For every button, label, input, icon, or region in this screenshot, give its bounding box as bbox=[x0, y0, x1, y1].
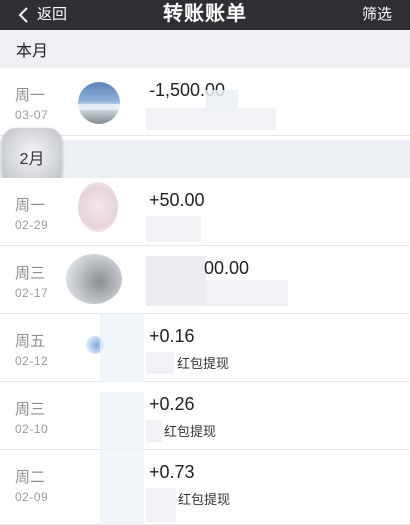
row-date: 02-29 bbox=[15, 218, 49, 232]
row-amount: 00.00 bbox=[204, 258, 250, 278]
row-date: 02-17 bbox=[15, 286, 49, 300]
section-title: 本月 bbox=[16, 43, 49, 60]
row-weekday: 周二 bbox=[15, 469, 46, 486]
row-amount: +0.26 bbox=[149, 394, 195, 414]
filter-button[interactable]: 筛选 bbox=[362, 0, 392, 30]
redacted-area bbox=[100, 392, 144, 450]
row-amount: +0.16 bbox=[149, 326, 195, 346]
redacted-area bbox=[100, 450, 144, 525]
row-weekday: 周三 bbox=[15, 401, 46, 418]
redacted-area bbox=[100, 314, 144, 382]
row-date: 02-09 bbox=[15, 490, 49, 504]
nav-bar: 返回 转账账单 筛选 bbox=[0, 0, 410, 30]
row-date: 02-12 bbox=[15, 354, 49, 368]
redacted-area bbox=[146, 256, 206, 306]
row-weekday: 周五 bbox=[15, 333, 46, 350]
row-description: 红包提现 bbox=[177, 356, 230, 371]
avatar bbox=[66, 254, 122, 304]
transaction-row[interactable]: 周三 02-17 00.00 bbox=[0, 246, 410, 314]
transaction-row[interactable]: 周三 02-10 +0.26 红包提现 bbox=[0, 382, 410, 450]
avatar bbox=[78, 182, 118, 232]
transaction-row[interactable]: 周一 03-07 -1,500.00 bbox=[0, 68, 410, 136]
row-weekday: 周三 bbox=[15, 265, 46, 282]
row-description: 红包提现 bbox=[164, 424, 217, 439]
redacted-area bbox=[146, 420, 162, 442]
page-title: 转账账单 bbox=[163, 3, 247, 25]
row-amount: +0.73 bbox=[149, 462, 195, 482]
redacted-area bbox=[206, 280, 288, 306]
month-indicator-label: 2月 bbox=[19, 151, 45, 168]
row-description: 红包提现 bbox=[178, 492, 231, 507]
transaction-row[interactable]: 周一 02-29 +50.00 bbox=[0, 178, 410, 246]
redacted-area bbox=[146, 108, 276, 130]
row-amount: +50.00 bbox=[149, 190, 205, 210]
section-header-current-month: 本月 bbox=[0, 30, 410, 68]
transaction-row[interactable]: 周二 02-09 +0.73 红包提现 bbox=[0, 450, 410, 525]
row-weekday: 周一 bbox=[15, 87, 46, 104]
row-weekday: 周一 bbox=[15, 197, 46, 214]
redacted-area bbox=[146, 488, 176, 522]
redacted-area bbox=[146, 216, 201, 242]
avatar bbox=[78, 82, 120, 124]
row-date: 02-10 bbox=[15, 422, 49, 436]
redacted-area bbox=[146, 352, 174, 374]
transaction-row[interactable]: 周五 02-12 +0.16 红包提现 bbox=[0, 314, 410, 382]
row-date: 03-07 bbox=[15, 108, 49, 122]
